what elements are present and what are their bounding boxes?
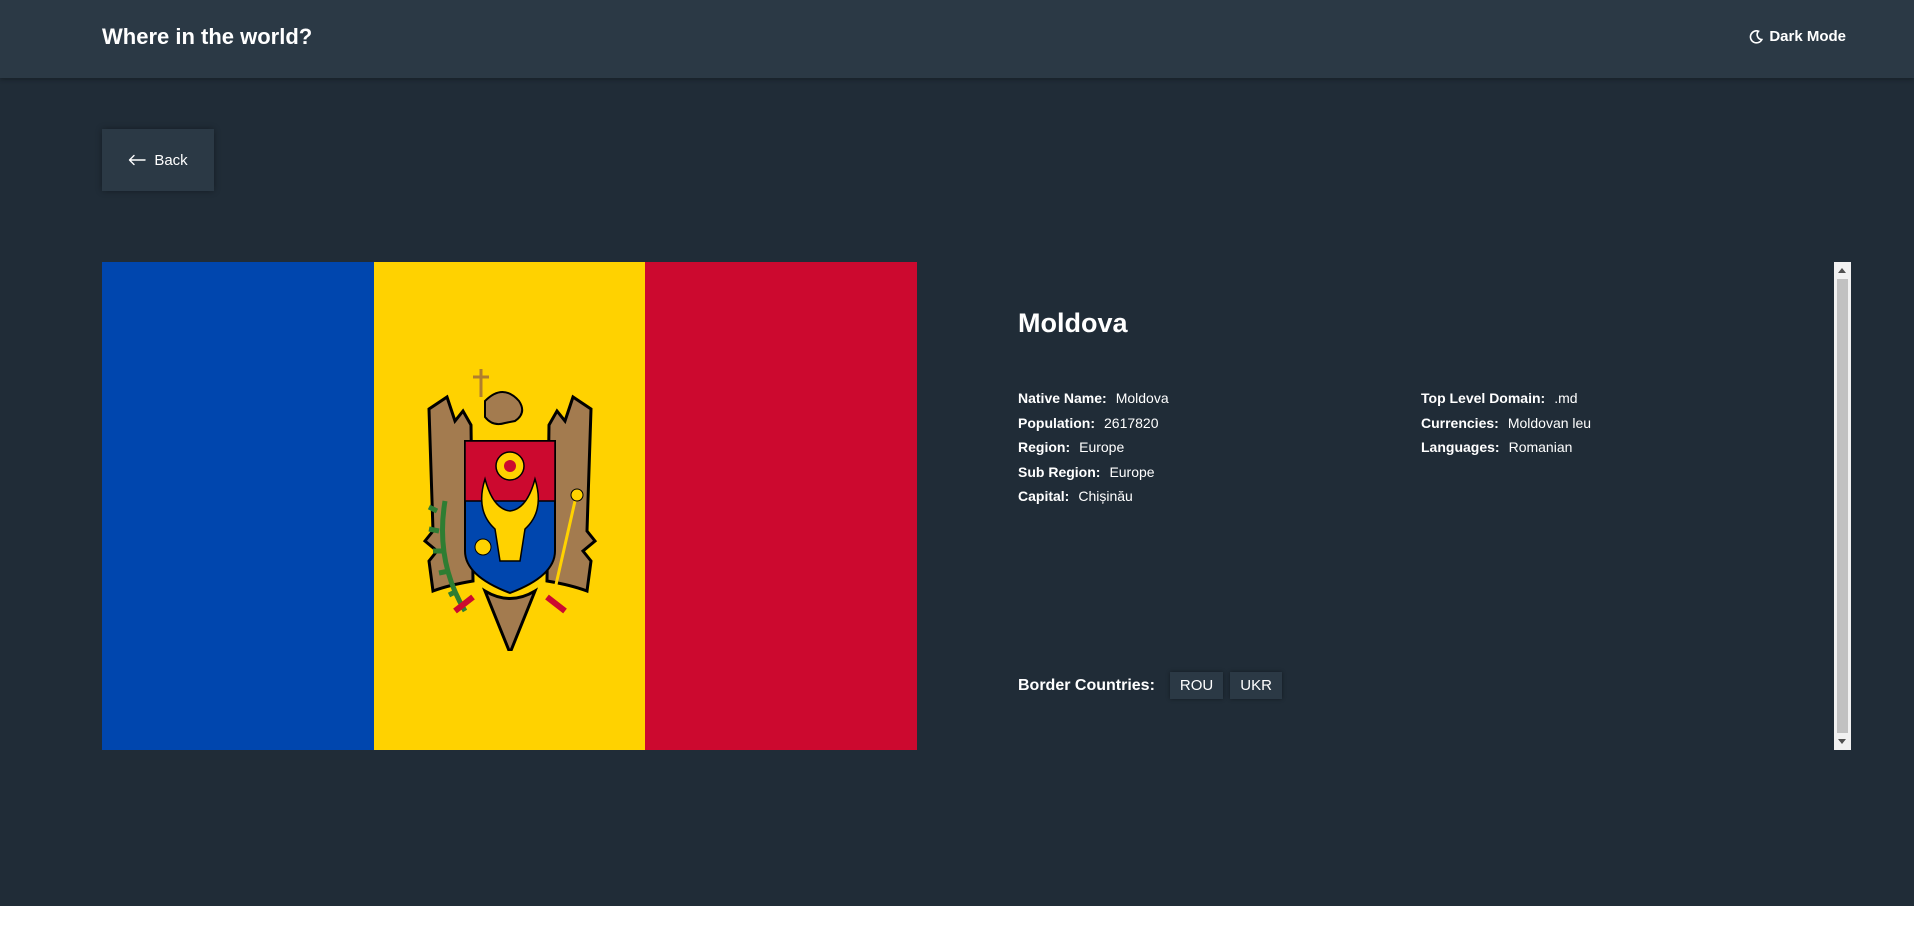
flag-stripe-yellow: [373, 262, 646, 750]
detail-label: Population:: [1018, 414, 1095, 431]
detail-value: Romanian: [1508, 439, 1573, 455]
country-name: Moldova: [1018, 308, 1128, 338]
back-button[interactable]: Back: [102, 129, 214, 191]
detail-label: Native Name:: [1018, 390, 1107, 406]
country-details: Moldova Native Name: Moldova Population: 2…: [1018, 262, 1850, 750]
country-flag: [102, 262, 917, 750]
scrollbar-thumb[interactable]: [1837, 279, 1848, 733]
details-column-secondary: Top Level Domain: .md Currencies: Moldovan…: [1421, 386, 1591, 460]
detail-capital: Capital: Chișinău: [1018, 484, 1169, 509]
detail-value: .md: [1554, 390, 1578, 406]
detail-label: Currencies:: [1421, 414, 1499, 431]
detail-population: Population: 2617820: [1018, 411, 1169, 436]
detail-value: Moldova: [1115, 390, 1169, 406]
detail-label: Top Level Domain:: [1421, 390, 1546, 406]
detail-value: Europe: [1109, 463, 1155, 480]
flag-stripe-blue: [102, 262, 374, 750]
detail-sub-region: Sub Region: Europe: [1018, 460, 1169, 485]
detail-native-name: Native Name: Moldova: [1018, 386, 1169, 411]
detail-label: Languages:: [1421, 439, 1500, 455]
details-column-primary: Native Name: Moldova Population: 2617820 R…: [1018, 386, 1169, 509]
detail-value: Chișinău: [1078, 488, 1133, 504]
detail-top-level-domain: Top Level Domain: .md: [1421, 386, 1591, 411]
border-countries-title: Border Countries:: [1018, 676, 1155, 694]
detail-label: Capital:: [1018, 488, 1070, 504]
detail-label: Sub Region:: [1018, 463, 1101, 480]
page-background: Where in the world? Dark Mode Back Moldo…: [0, 0, 1914, 906]
coat-of-arms-icon: [422, 369, 597, 651]
moon-icon: [1749, 29, 1764, 44]
scroll-up-arrow-icon[interactable]: [1838, 268, 1846, 273]
detail-languages: Languages: Romanian: [1421, 435, 1591, 460]
flag-stripe-red: [645, 262, 917, 750]
detail-currencies: Currencies: Moldovan leu: [1421, 411, 1591, 436]
app-title: Where in the world?: [102, 24, 313, 49]
detail-value: Moldovan leu: [1507, 414, 1592, 431]
border-country-button[interactable]: ROU: [1169, 672, 1224, 699]
back-button-label: Back: [154, 151, 188, 169]
arrow-left-icon: [129, 154, 147, 166]
details-scrollbar[interactable]: [1834, 262, 1851, 750]
detail-value: Europe: [1079, 439, 1125, 455]
border-country-button[interactable]: UKR: [1230, 672, 1282, 699]
border-countries: Border Countries: ROU UKR: [1018, 672, 1289, 699]
top-header: Where in the world? Dark Mode: [0, 0, 1914, 78]
detail-region: Region: Europe: [1018, 435, 1169, 460]
scroll-down-arrow-icon[interactable]: [1838, 739, 1846, 744]
dark-mode-toggle[interactable]: Dark Mode: [1749, 28, 1846, 45]
detail-label: Region:: [1018, 439, 1071, 455]
dark-mode-label: Dark Mode: [1769, 28, 1846, 45]
detail-value: 2617820: [1104, 414, 1159, 431]
